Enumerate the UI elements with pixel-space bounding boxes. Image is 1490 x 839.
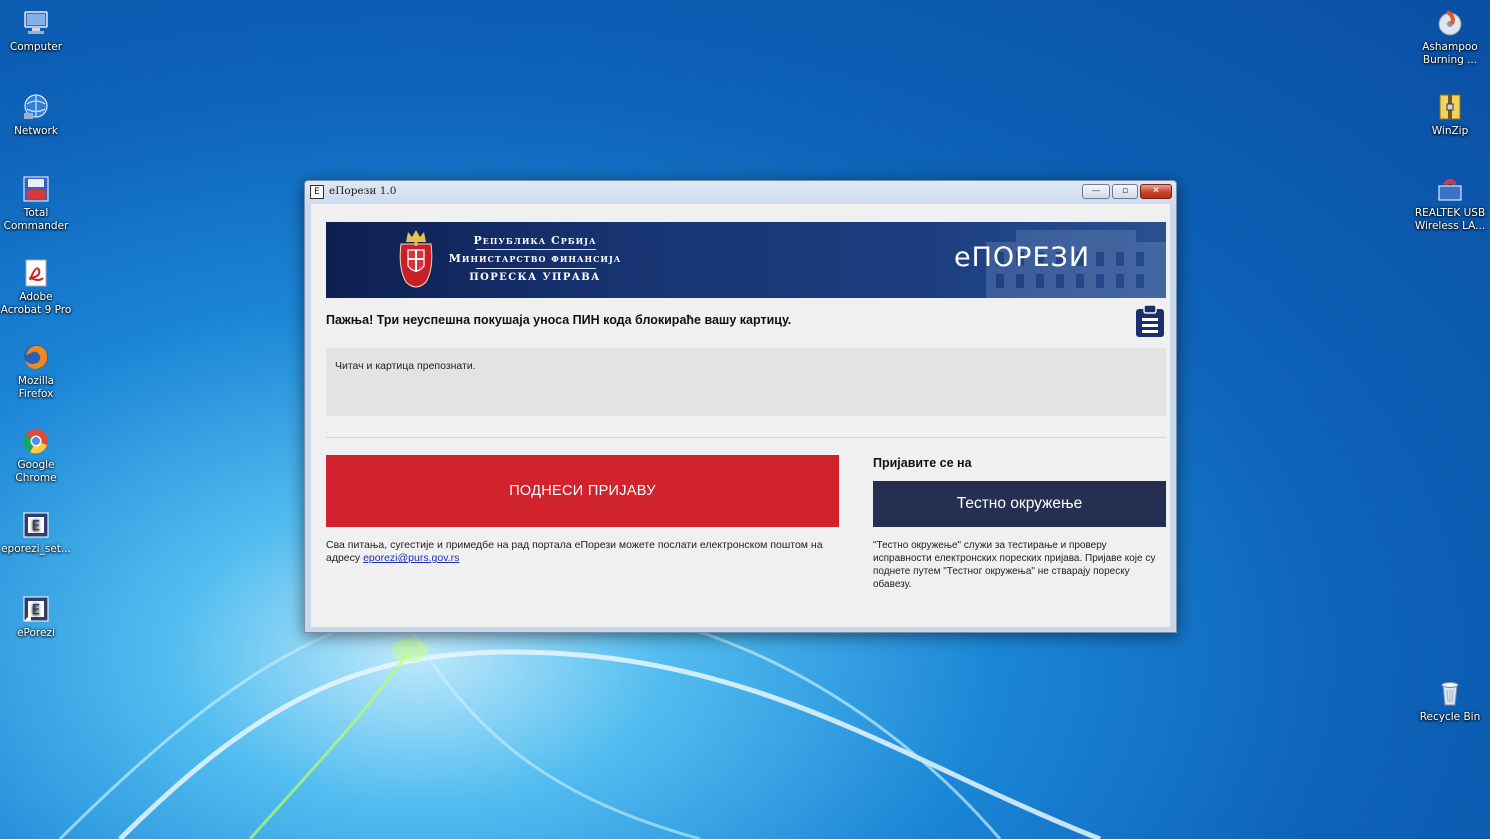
- desktop-icon-label: Chrome: [15, 472, 57, 484]
- status-text: Читач и картица препознати.: [335, 360, 476, 372]
- desktop-icon-label: eporezi_set...: [1, 543, 71, 555]
- test-environment-note: "Тестно окружење" служи за тестирање и п…: [873, 540, 1156, 590]
- recycle-bin-icon: [1435, 678, 1465, 708]
- submit-return-button[interactable]: ПОДНЕСИ ПРИЈАВУ: [326, 455, 839, 527]
- window-client-area: Република Србија Министарство финансија …: [311, 204, 1170, 627]
- ashampoo-icon: [1435, 8, 1465, 38]
- desktop-icon-firefox[interactable]: Mozilla Firefox: [0, 342, 72, 401]
- minimize-button[interactable]: —: [1082, 184, 1110, 199]
- desktop-icon-eporezi-setup[interactable]: E eporezi_set...: [0, 510, 72, 556]
- eporezi-icon: E: [21, 594, 51, 624]
- desktop-icon-label: Computer: [9, 41, 63, 53]
- window-titlebar[interactable]: E еПорези 1.0 — ▫ ✕: [305, 181, 1176, 203]
- pin-warning: Пажња! Три неуспешна покушаја уноса ПИН …: [326, 313, 792, 327]
- header-banner: Република Србија Министарство финансија …: [326, 222, 1166, 298]
- banner-ministry: Министарство финансија: [448, 252, 622, 265]
- desktop-icon-label: Recycle Bin: [1419, 711, 1481, 723]
- test-environment-button[interactable]: Тестно окружење: [873, 481, 1166, 527]
- chrome-icon: [21, 426, 51, 456]
- desktop-icon-eporezi[interactable]: E ePorezi: [0, 594, 72, 640]
- desktop-icon-label: WinZip: [1431, 125, 1469, 137]
- desktop-icon-total-commander[interactable]: Total Commander: [0, 174, 72, 233]
- desktop-icon-ashampoo[interactable]: Ashampoo Burning ...: [1414, 8, 1486, 67]
- svg-text:E: E: [32, 603, 40, 618]
- realtek-icon: [1435, 174, 1465, 204]
- desktop-icon-label: REALTEK USB: [1414, 207, 1486, 219]
- banner-divider: [476, 268, 596, 269]
- desktop-icon-realtek[interactable]: REALTEK USB Wireless LA...: [1414, 174, 1486, 233]
- acrobat-icon: [21, 258, 51, 288]
- desktop-icon-network[interactable]: Network: [0, 92, 72, 138]
- computer-icon: [21, 8, 51, 38]
- desktop-icon-label: Mozilla: [17, 375, 55, 387]
- desktop-icon-label: Ashampoo: [1422, 41, 1478, 53]
- window-title: еПорези 1.0: [329, 185, 397, 197]
- desktop-icon-winzip[interactable]: WinZip: [1414, 92, 1486, 138]
- clipboard-icon: [1136, 304, 1164, 337]
- desktop-icon-label: Burning ...: [1422, 54, 1478, 66]
- desktop-icon-recycle-bin[interactable]: Recycle Bin: [1414, 678, 1486, 724]
- clipboard-button[interactable]: [1133, 303, 1167, 339]
- close-button[interactable]: ✕: [1140, 184, 1172, 199]
- desktop-icon-label: Total: [23, 207, 49, 219]
- maximize-button[interactable]: ▫: [1112, 184, 1138, 199]
- desktop-icon-label: Google: [17, 459, 55, 471]
- desktop-icon-adobe-acrobat[interactable]: Adobe Acrobat 9 Pro: [0, 258, 72, 317]
- network-icon: [21, 92, 51, 122]
- eporezi-setup-icon: E: [21, 510, 51, 540]
- desktop-icon-label: Network: [14, 125, 58, 137]
- banner-brand: еПОРЕЗИ: [954, 242, 1091, 273]
- firefox-icon: [21, 342, 51, 372]
- status-box: Читач и картица препознати.: [326, 348, 1166, 416]
- contact-email-link[interactable]: eporezi@purs.gov.rs: [363, 552, 459, 564]
- desktop-icon-label: Commander: [3, 220, 69, 232]
- contact-info: Сва питања, сугестије и примедбе на рад …: [326, 539, 826, 565]
- desktop-icon-label: ePorezi: [17, 627, 55, 639]
- app-icon: E: [310, 185, 324, 199]
- desktop-icon-label: Acrobat 9 Pro: [0, 304, 72, 316]
- desktop-icon-chrome[interactable]: Google Chrome: [0, 426, 72, 485]
- desktop-icon-computer[interactable]: Computer: [0, 8, 72, 54]
- total-commander-icon: [21, 174, 51, 204]
- coat-of-arms-logo: [399, 230, 433, 288]
- desktop-icon-label: Wireless LA...: [1414, 220, 1486, 232]
- winzip-icon: [1435, 92, 1465, 122]
- section-divider: [326, 437, 1166, 438]
- eporezi-window: E еПорези 1.0 — ▫ ✕ Република Србија Мин…: [304, 180, 1177, 633]
- desktop-icon-label: Firefox: [18, 388, 54, 400]
- svg-text:E: E: [32, 519, 40, 534]
- login-label: Пријавите се на: [873, 456, 972, 470]
- banner-tax-administration: ПОРЕСКА УПРАВА: [469, 272, 601, 283]
- banner-divider: [476, 249, 596, 250]
- desktop-icon-label: Adobe: [19, 291, 53, 303]
- banner-republic: Република Србија: [473, 234, 597, 247]
